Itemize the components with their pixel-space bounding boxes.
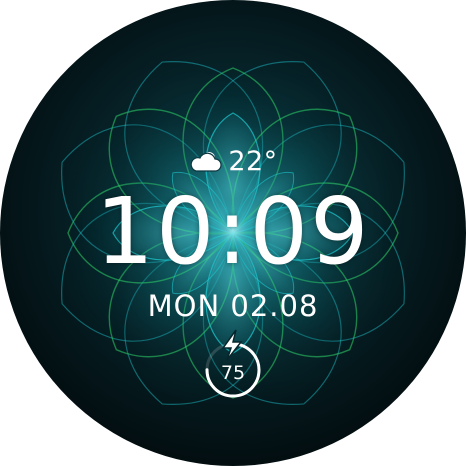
clock-time: 10:09 <box>95 178 371 285</box>
lightning-bolt-icon <box>221 329 243 361</box>
temperature-value: 22° <box>228 145 278 177</box>
watch-face: 22° 10:09 MON 02.08 75 <box>0 0 466 466</box>
battery-widget[interactable]: 75 <box>201 328 265 400</box>
weather-widget[interactable]: 22° <box>0 141 466 181</box>
cloud-sun-icon <box>190 152 222 172</box>
clock-date: MON 02.08 <box>147 289 319 323</box>
battery-level-value: 75 <box>220 362 246 384</box>
